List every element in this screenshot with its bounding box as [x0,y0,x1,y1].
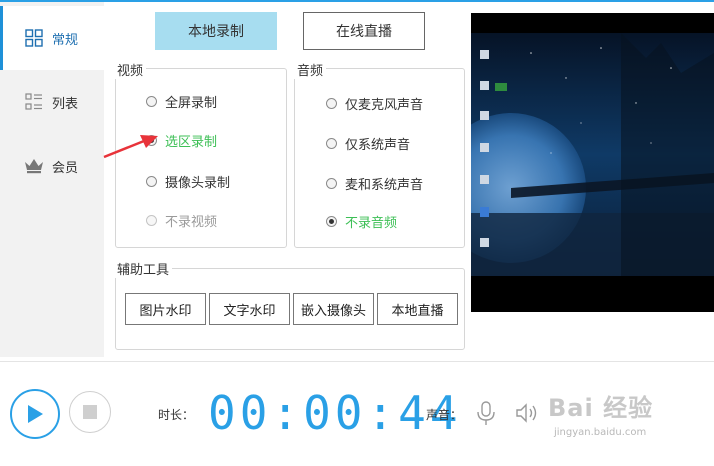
option-label: 全屏录制 [165,96,218,111]
annotation-arrow-icon [103,135,158,159]
bottom-separator [0,361,714,362]
radio-button[interactable] [146,96,157,107]
sidebar-item-label: 常规 [52,32,79,48]
sidebar-item-label: 列表 [52,96,79,112]
recording-timer: 00:00:44 [208,386,462,440]
watermark-url: jingyan.baidu.com [554,427,647,438]
option-label: 仅麦克风声音 [345,98,424,113]
option-label: 摄像头录制 [165,176,231,191]
crown-icon [24,156,44,176]
radio-button[interactable] [326,98,337,109]
video-option-none: 不录视频 [146,211,217,230]
audio-option-system-only[interactable]: 仅系统声音 [326,134,410,153]
audio-option-none[interactable]: 不录音频 [326,212,397,231]
audio-group-title: 音频 [294,60,327,79]
radio-button[interactable] [326,178,337,189]
text-watermark-button[interactable]: 文字水印 [209,293,290,325]
option-label: 选区录制 [165,135,218,150]
video-option-fullscreen[interactable]: 全屏录制 [146,92,217,111]
option-label: 不录视频 [165,215,218,230]
play-icon [28,405,43,423]
sidebar-item-label: 会员 [52,160,79,176]
baidu-jingyan-watermark: Bai 经验 jingyan.baidu.com [548,388,653,438]
screen-preview [471,13,714,312]
play-button[interactable] [10,389,60,439]
sidebar: 常规 列表 会员 [0,2,104,357]
stop-button[interactable] [69,391,111,433]
option-label: 不录音频 [345,216,398,231]
image-watermark-button[interactable]: 图片水印 [125,293,206,325]
duration-label: 时长： [158,408,195,422]
radio-button[interactable] [146,176,157,187]
speaker-icon[interactable] [515,402,541,428]
sidebar-item-member[interactable]: 会员 [0,134,104,198]
microphone-icon[interactable] [476,401,496,431]
video-group-title: 视频 [114,60,147,79]
audio-option-mic-only[interactable]: 仅麦克风声音 [326,94,423,113]
sidebar-item-general[interactable]: 常规 [0,6,104,70]
grid-icon [24,28,44,48]
option-label: 麦和系统声音 [345,178,424,193]
radio-button-checked[interactable] [326,216,337,227]
volume-label: 声音： [426,408,463,422]
embed-camera-button[interactable]: 嵌入摄像头 [293,293,374,325]
option-label: 仅系统声音 [345,138,411,153]
sidebar-item-list[interactable]: 列表 [0,70,104,134]
top-accent-line [0,0,714,2]
local-live-button[interactable]: 本地直播 [377,293,458,325]
desktop-wallpaper-preview [471,33,714,276]
audio-option-mic-and-system[interactable]: 麦和系统声音 [326,174,423,193]
radio-button-disabled [146,215,157,226]
stop-icon [83,405,97,419]
list-icon [24,92,44,112]
tab-live-stream[interactable]: 在线直播 [303,12,425,50]
video-option-camera[interactable]: 摄像头录制 [146,172,230,191]
watermark-main: Bai 经验 [548,394,654,422]
tools-group-title: 辅助工具 [114,259,173,278]
tab-local-record[interactable]: 本地录制 [155,12,277,50]
radio-button[interactable] [326,138,337,149]
